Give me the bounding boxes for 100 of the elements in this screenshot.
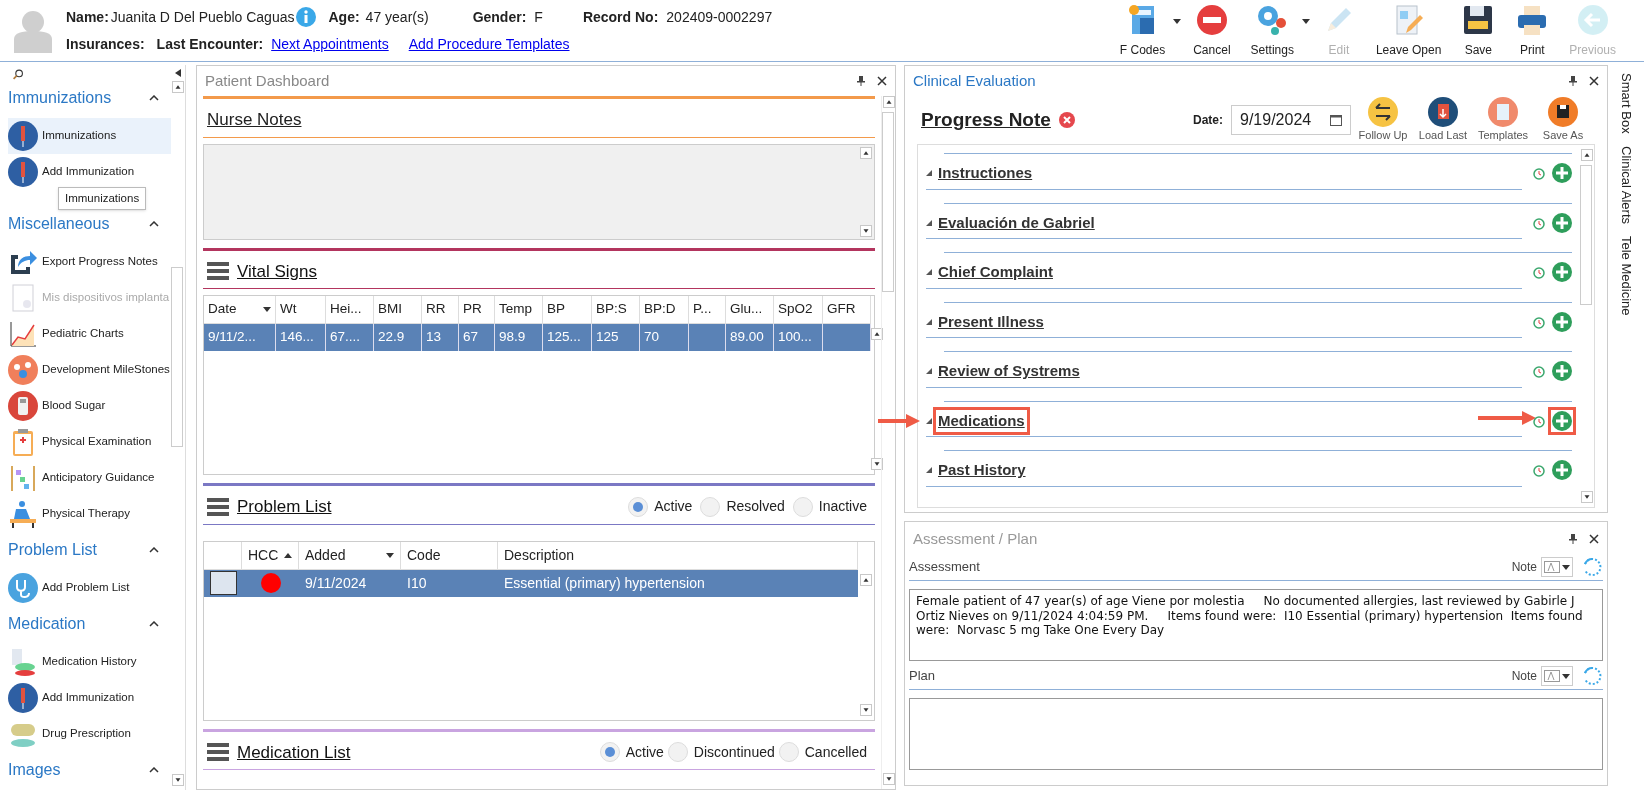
sidebar-item[interactable]: Immunizations [8,118,171,154]
scrollbar-thumb[interactable] [1580,165,1592,305]
date-field[interactable]: 9/19/2024 [1231,105,1351,135]
section-title[interactable]: Present Illness [936,310,1046,333]
add-icon[interactable] [1552,311,1572,332]
scroll-down-icon[interactable] [172,774,184,786]
pin-icon[interactable] [1569,76,1577,86]
column-header[interactable]: RR [422,296,459,323]
sidebar-item[interactable]: Add Problem List [8,570,171,606]
column-header[interactable]: GFR [823,296,871,323]
section-title[interactable]: Medications [936,409,1027,432]
pin-icon[interactable] [1569,534,1577,544]
add-icon[interactable] [1552,212,1572,233]
column-header[interactable]: SpO2 [774,296,823,323]
remove-icon[interactable] [1058,112,1075,128]
scroll-up-icon[interactable] [1581,149,1593,161]
section-title[interactable]: Review of Systrems [936,360,1082,383]
format-dropdown[interactable] [1541,557,1573,577]
action-button[interactable]: Load Last [1415,96,1471,144]
column-header[interactable]: Code [401,541,498,569]
scroll-down-icon[interactable] [1581,491,1593,503]
expand-icon[interactable] [926,417,932,424]
expand-icon[interactable] [926,318,932,325]
add-icon[interactable] [1552,361,1572,382]
table-row[interactable]: 9/11/2... 146... 67.... 22.9 13 67 98.9 125... 125 70 89.00 100... [204,324,871,351]
sidebar-item[interactable]: Physical Therapy [8,496,171,532]
action-button[interactable]: Save As [1535,96,1591,144]
column-header[interactable]: Temp [495,296,543,323]
radio-option[interactable]: Inactive [792,496,867,518]
column-header[interactable]: PR [459,296,495,323]
expand-icon[interactable] [926,170,932,177]
section-title[interactable]: Past History [936,459,1028,482]
menu-icon[interactable] [207,743,229,762]
column-header[interactable]: Added [299,541,401,569]
collapse-icon[interactable] [149,547,159,553]
column-header[interactable]: Wt [276,296,326,323]
sidebar-item[interactable]: Drug Prescription [8,716,171,752]
text-area[interactable] [909,698,1603,770]
close-icon[interactable] [1589,76,1599,86]
side-tab[interactable]: Smart Box [1616,73,1636,134]
toolbar-button[interactable]: F Codes [1111,2,1174,59]
radio-option[interactable]: Resolved [700,496,785,518]
toolbar-button[interactable]: Leave Open [1367,2,1450,59]
scroll-up-icon[interactable] [860,573,872,586]
scroll-up-icon[interactable] [172,81,184,93]
sidebar-item[interactable]: Development MileStones [8,352,171,388]
toolbar-button[interactable]: Cancel [1185,2,1239,59]
collapse-icon[interactable] [149,621,159,627]
alarm-clock-icon[interactable] [1532,314,1546,329]
menu-icon[interactable] [207,497,229,516]
alarm-clock-icon[interactable] [1532,265,1546,280]
collapse-icon[interactable] [149,95,159,101]
collapse-left-icon[interactable] [175,69,181,77]
row-checkbox[interactable] [209,571,237,595]
action-button[interactable]: Follow Up [1355,96,1411,144]
info-icon[interactable] [296,7,317,27]
alarm-clock-icon[interactable] [1532,215,1546,230]
alarm-clock-icon[interactable] [1532,364,1546,379]
sidebar-item[interactable]: Medication History [8,644,171,680]
column-header[interactable]: BP:S [592,296,640,323]
expand-icon[interactable] [926,467,932,474]
scroll-down-icon[interactable] [860,224,872,237]
alarm-clock-icon[interactable] [1532,166,1546,181]
header-link[interactable]: Add Procedure Templates [408,33,570,55]
refresh-icon[interactable] [1581,665,1603,687]
column-header[interactable]: BMI [374,296,422,323]
header-link[interactable]: Next Appointments [271,33,389,55]
sidebar-item[interactable]: Blood Sugar [8,388,171,424]
section-title[interactable]: Evaluación de Gabriel [936,211,1097,234]
format-dropdown[interactable] [1541,666,1573,686]
column-header[interactable]: P... [689,296,726,323]
radio-option[interactable]: Discontinued [667,741,775,763]
refresh-icon[interactable] [1581,556,1603,578]
add-icon[interactable] [1552,163,1572,184]
pin-icon[interactable] [857,76,865,86]
sidebar-item[interactable]: Add Immunization [8,680,171,716]
section-title[interactable]: Instructiones [936,162,1035,185]
toolbar-button[interactable]: Settings [1242,2,1302,59]
close-icon[interactable] [1589,534,1599,544]
sidebar-item[interactable]: Add Immunization [8,154,171,190]
scroll-down-icon[interactable] [882,773,895,785]
radio-option[interactable]: Active [599,741,664,763]
add-icon[interactable] [1552,460,1572,481]
column-header[interactable]: BP [543,296,592,323]
side-tab[interactable]: Clinical Alerts [1616,145,1636,224]
expand-icon[interactable] [926,269,932,276]
column-header[interactable]: Description [498,541,858,569]
scrollbar-thumb[interactable] [882,112,894,292]
sidebar-item[interactable]: Export Progress Notes [8,244,171,280]
close-icon[interactable] [877,76,887,86]
scroll-down-icon[interactable] [860,703,872,716]
collapse-icon[interactable] [149,767,159,773]
radio-option[interactable]: Cancelled [778,741,867,763]
caret-icon[interactable] [1173,18,1182,24]
expand-icon[interactable] [926,219,932,226]
column-header[interactable]: HCC [242,541,299,569]
menu-icon[interactable] [207,262,229,281]
alarm-clock-icon[interactable] [1532,463,1546,478]
scroll-up-icon[interactable] [882,96,895,108]
column-header[interactable]: Glu... [726,296,774,323]
